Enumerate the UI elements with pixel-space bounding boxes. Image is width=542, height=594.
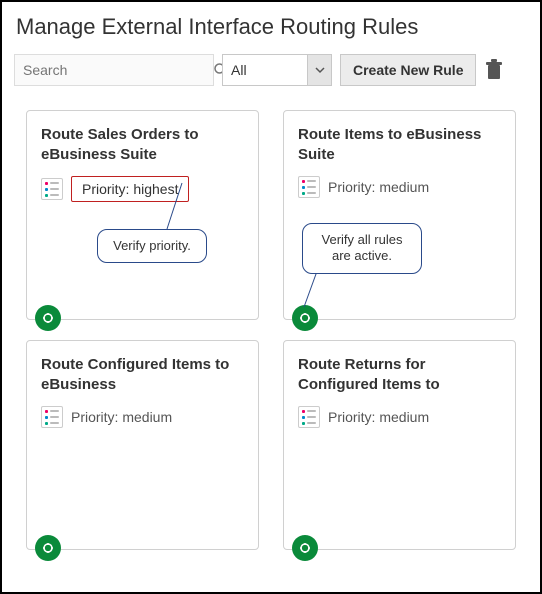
rule-title: Route Items to eBusiness Suite — [298, 125, 501, 164]
filter-selected-value: All — [223, 55, 307, 85]
rule-title: Route Configured Items to eBusiness — [41, 355, 244, 394]
chevron-down-icon — [307, 55, 331, 85]
create-new-rule-button[interactable]: Create New Rule — [340, 54, 476, 86]
search-field-wrap — [14, 54, 214, 86]
status-badge-icon — [35, 305, 61, 331]
priority-label: Priority: highest — [71, 176, 189, 202]
list-icon — [41, 178, 63, 200]
priority-row: Priority: medium — [41, 406, 244, 428]
search-input[interactable] — [15, 62, 212, 78]
page-title: Manage External Interface Routing Rules — [16, 14, 528, 40]
app-frame: Manage External Interface Routing Rules … — [0, 0, 542, 594]
rule-card[interactable]: Route Configured Items to eBusiness Prio… — [26, 340, 259, 550]
list-icon — [41, 406, 63, 428]
trash-icon[interactable] — [484, 59, 504, 81]
toolbar: All Create New Rule — [14, 54, 528, 86]
rule-card[interactable]: Route Returns for Configured Items to Pr… — [283, 340, 516, 550]
callout: Verify priority. — [97, 229, 207, 263]
status-badge-icon — [292, 535, 318, 561]
rule-title: Route Sales Orders to eBusiness Suite — [41, 125, 244, 164]
priority-row: Priority: highest — [41, 176, 244, 202]
status-badge-icon — [35, 535, 61, 561]
priority-label: Priority: medium — [328, 179, 429, 195]
rule-card[interactable]: Route Items to eBusiness Suite Priority:… — [283, 110, 516, 320]
create-new-rule-label: Create New Rule — [353, 62, 463, 78]
rule-title: Route Returns for Configured Items to — [298, 355, 501, 394]
status-badge-icon — [292, 305, 318, 331]
priority-row: Priority: medium — [298, 406, 501, 428]
priority-row: Priority: medium — [298, 176, 501, 198]
priority-label: Priority: medium — [71, 409, 172, 425]
priority-label: Priority: medium — [328, 409, 429, 425]
callout: Verify all rules are active. — [302, 223, 422, 274]
filter-select[interactable]: All — [222, 54, 332, 86]
rule-card[interactable]: Route Sales Orders to eBusiness Suite Pr… — [26, 110, 259, 320]
rule-grid: Route Sales Orders to eBusiness Suite Pr… — [14, 110, 528, 550]
list-icon — [298, 176, 320, 198]
list-icon — [298, 406, 320, 428]
